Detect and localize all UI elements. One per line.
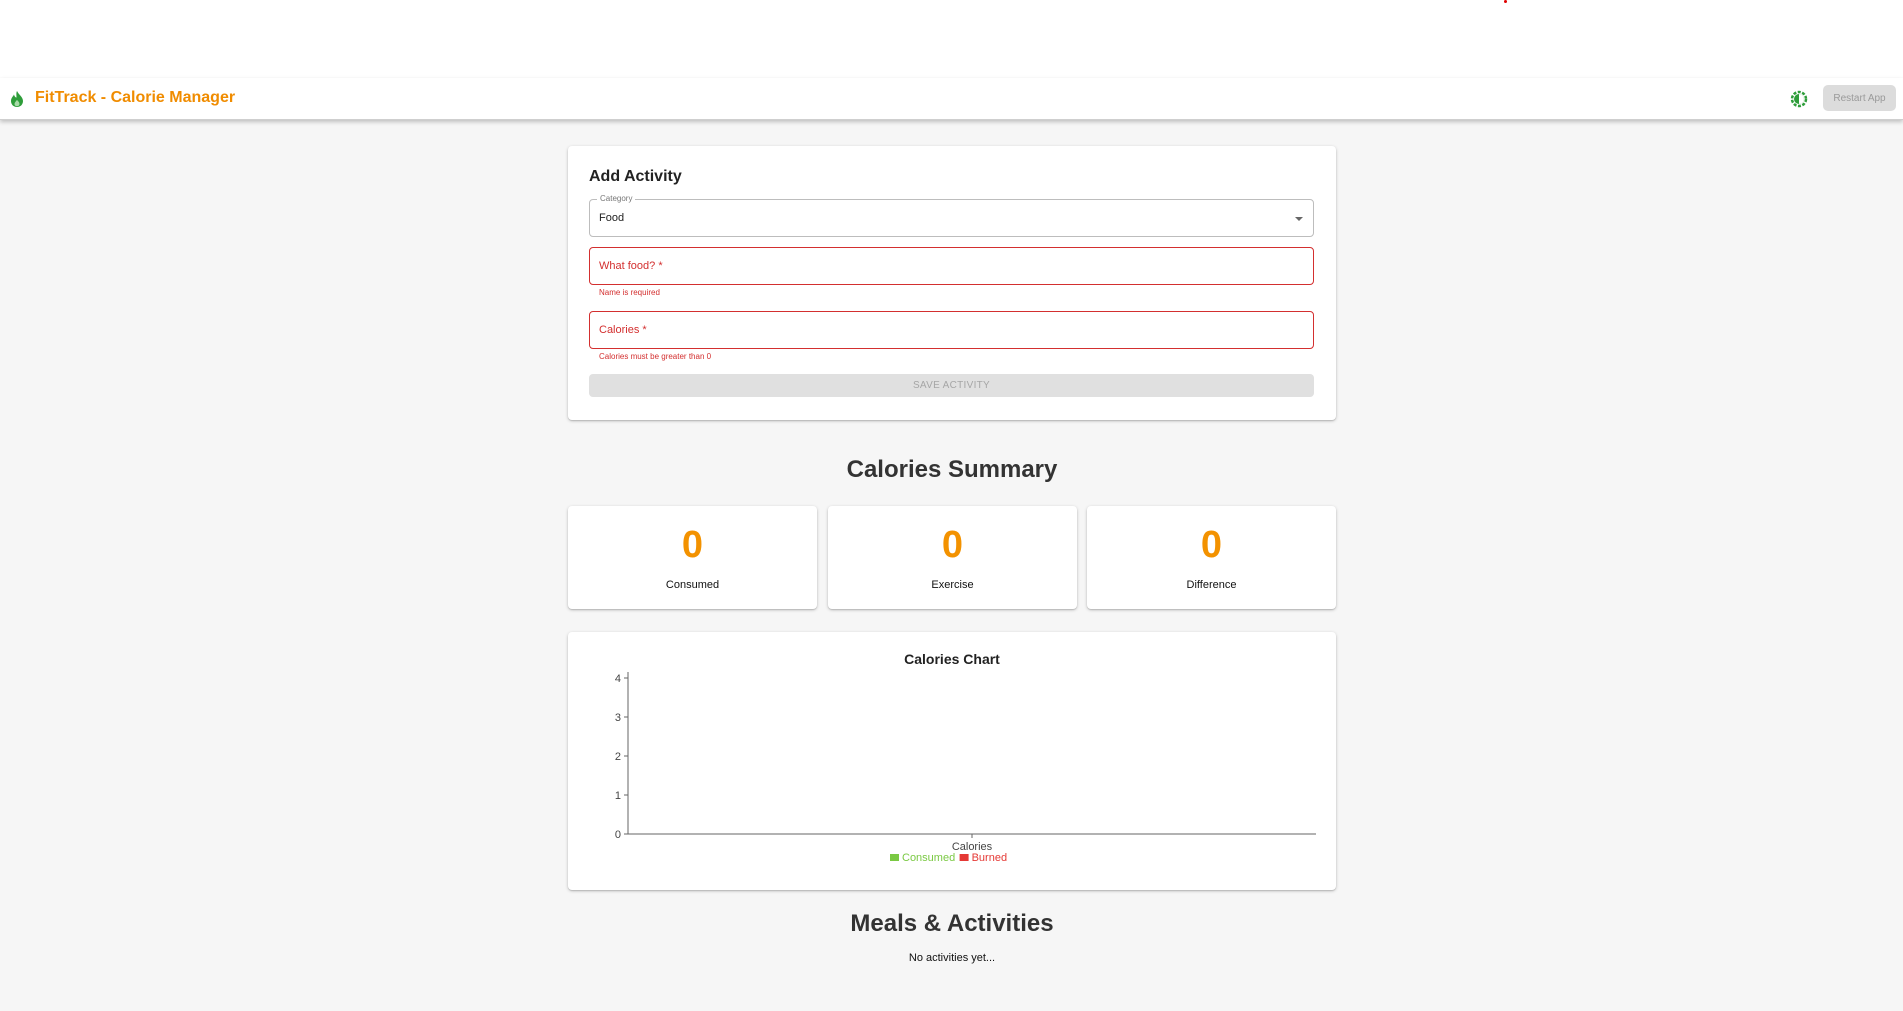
legend-label-consumed: Consumed	[902, 852, 955, 864]
activities-heading: Meals & Activities	[850, 910, 1054, 937]
flame-icon	[11, 91, 23, 107]
empty-activities-text: No activities yet...	[908, 952, 996, 964]
y-tick-label: 3	[615, 712, 621, 724]
name-error-text: Name is required	[599, 288, 660, 297]
chevron-down-icon	[1295, 217, 1303, 221]
exercise-label: Exercise	[931, 579, 974, 591]
category-value: Food	[599, 212, 625, 224]
form-title: Add Activity	[589, 168, 682, 185]
y-tick-label: 2	[615, 751, 621, 763]
legend-swatch-burned	[959, 854, 969, 861]
exercise-value: 0	[941, 524, 964, 566]
food-name-placeholder: What food? *	[599, 260, 663, 272]
theme-toggle-icon[interactable]	[1789, 89, 1809, 109]
top-blank-area	[0, 0, 1903, 78]
difference-card: 0 Difference	[1087, 506, 1336, 609]
consumed-label: Consumed	[665, 579, 720, 591]
red-dot	[1504, 0, 1507, 3]
difference-value: 0	[1200, 524, 1223, 566]
app-title: FitTrack - Calorie Manager	[35, 89, 236, 106]
food-name-input[interactable]: What food? *	[589, 247, 1314, 285]
add-activity-card: Add Activity Category Food What food? * …	[568, 146, 1336, 420]
y-tick-label: 1	[615, 790, 621, 802]
legend-label-burned: Burned	[972, 852, 1007, 864]
consumed-card: 0 Consumed	[568, 506, 817, 609]
app-bar: FitTrack - Calorie Manager Restart App	[0, 78, 1903, 120]
calories-placeholder: Calories *	[599, 324, 647, 336]
difference-label: Difference	[1186, 579, 1237, 591]
y-tick-label: 0	[615, 829, 621, 841]
save-activity-button[interactable]: SAVE ACTIVITY	[589, 374, 1314, 397]
category-label: Category	[597, 194, 636, 203]
category-select[interactable]: Category Food	[589, 194, 1314, 237]
consumed-value: 0	[681, 524, 704, 566]
legend-swatch-consumed	[890, 854, 899, 861]
exercise-card: 0 Exercise	[828, 506, 1077, 609]
calories-error-text: Calories must be greater than 0	[599, 352, 712, 361]
y-tick-label: 4	[615, 673, 621, 685]
calories-chart: 01234CaloriesConsumed Burned	[615, 672, 1316, 864]
summary-heading: Calories Summary	[846, 456, 1058, 483]
calories-chart-card: Calories Chart 0 1 2 3 4 Calories Consumed Burn…	[568, 632, 1336, 890]
restart-app-button[interactable]: Restart App	[1823, 85, 1896, 111]
calories-input[interactable]: Calories *	[589, 311, 1314, 349]
